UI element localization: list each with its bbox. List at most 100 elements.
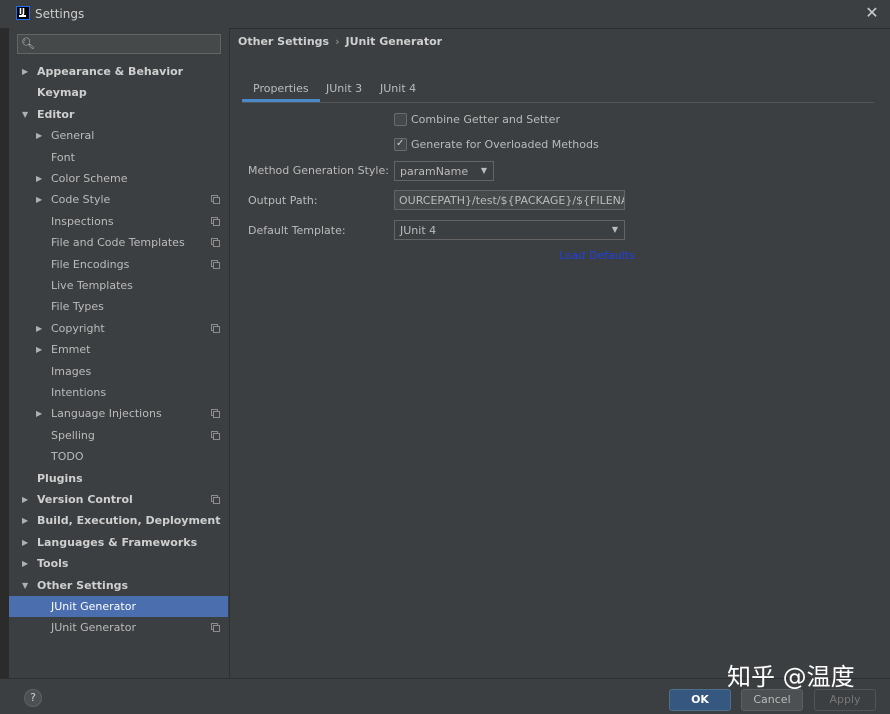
method-generation-style-select[interactable]: paramName ▼ — [394, 161, 494, 181]
default-template-label: Default Template: — [248, 224, 346, 237]
tab-junit3[interactable]: JUnit 3 — [315, 78, 373, 100]
sidebar-item-label: JUnit Generator — [51, 600, 136, 613]
sidebar-item-label: Live Templates — [51, 279, 133, 292]
sidebar-item-keymap[interactable]: Keymap — [9, 82, 228, 103]
collapsed-arrow-icon[interactable]: ▶ — [22, 489, 28, 510]
sidebar-item-label: Version Control — [37, 493, 133, 506]
copy-icon — [211, 259, 220, 269]
sidebar-item-label: Editor — [37, 107, 75, 121]
tab-properties[interactable]: Properties — [242, 78, 320, 102]
collapsed-arrow-icon[interactable]: ▶ — [36, 189, 42, 210]
sidebar-item-color-scheme[interactable]: ▶ Color Scheme — [9, 168, 228, 189]
sidebar-item-label: JUnit Generator — [51, 621, 136, 635]
combine-getter-setter-label: Combine Getter and Setter — [411, 113, 560, 126]
ok-button[interactable]: OK — [669, 689, 731, 711]
output-path-field[interactable]: OURCEPATH}/test/${PACKAGE}/${FILENAME} — [394, 190, 625, 210]
watermark: 知乎 @温度 — [727, 663, 855, 691]
load-defaults-link[interactable]: Load Defaults — [559, 249, 635, 262]
sidebar-item-tools[interactable]: ▶ Tools — [9, 553, 228, 574]
sidebar-item-plugins[interactable]: Plugins — [9, 468, 228, 489]
sidebar-item-language-injections[interactable]: ▶ Language Injections — [9, 403, 228, 424]
apply-button[interactable]: Apply — [814, 689, 876, 711]
sidebar-item-copyright[interactable]: ▶ Copyright — [9, 318, 228, 339]
sidebar-item-other-settings[interactable]: ▼ Other Settings — [9, 575, 228, 596]
sidebar-item-file-types[interactable]: File Types — [9, 296, 228, 317]
combine-getter-setter-checkbox[interactable] — [394, 113, 407, 126]
settings-sidebar: 🔍︎ ▶ Appearance & Behavior Keymap ▼ Editor ▶ G… — [9, 28, 230, 678]
breadcrumb-parent[interactable]: Other Settings — [238, 35, 329, 48]
sidebar-item-label: Emmet — [51, 343, 91, 357]
sidebar-item-junit-generator[interactable]: JUnit Generator — [9, 596, 228, 617]
sidebar-item-label: File Types — [51, 300, 104, 314]
tab-bar: Properties JUnit 3 JUnit 4 — [242, 78, 874, 103]
sidebar-item-appearance-behavior[interactable]: ▶ Appearance & Behavior — [9, 61, 228, 82]
sidebar-item-label: Appearance & Behavior — [37, 65, 184, 78]
collapsed-arrow-icon[interactable]: ▶ — [36, 318, 42, 339]
sidebar-item-emmet[interactable]: ▶ Emmet — [9, 339, 228, 360]
output-path-value: OURCEPATH}/test/${PACKAGE}/${FILENAME} — [399, 194, 624, 207]
breadcrumb-current: JUnit Generator — [345, 35, 443, 48]
copy-icon — [211, 623, 220, 633]
sidebar-item-junit-generator[interactable]: JUnit Generator — [9, 617, 228, 638]
collapsed-arrow-icon[interactable]: ▶ — [36, 403, 42, 424]
search-box[interactable]: 🔍︎ — [17, 34, 222, 54]
copy-icon — [211, 238, 220, 248]
sidebar-item-label: Other Settings — [37, 578, 129, 592]
intellij-app-icon: IJ — [16, 6, 30, 20]
sidebar-item-label: Spelling — [51, 428, 95, 442]
sidebar-item-file-encodings[interactable]: File Encodings — [9, 254, 228, 275]
cancel-button[interactable]: Cancel — [741, 689, 803, 711]
sidebar-item-live-templates[interactable]: Live Templates — [9, 275, 228, 296]
window-title: Settings — [35, 7, 85, 21]
sidebar-item-label: Tools — [37, 557, 69, 571]
sidebar-item-images[interactable]: Images — [9, 361, 228, 382]
sidebar-item-label: Keymap — [37, 86, 87, 100]
chevron-down-icon: ▼ — [480, 166, 487, 175]
sidebar-item-label: Code Style — [51, 193, 111, 207]
search-input[interactable] — [38, 36, 222, 54]
sidebar-item-label: TODO — [51, 450, 84, 464]
collapsed-arrow-icon[interactable]: ▶ — [22, 532, 28, 553]
collapsed-arrow-icon[interactable]: ▶ — [36, 125, 42, 146]
collapsed-arrow-icon[interactable]: ▶ — [22, 553, 28, 574]
expanded-arrow-icon[interactable]: ▼ — [22, 104, 28, 125]
sidebar-item-label: Build, Execution, Deployment — [37, 514, 221, 528]
sidebar-item-font[interactable]: Font — [9, 147, 228, 168]
collapsed-arrow-icon[interactable]: ▶ — [22, 61, 28, 82]
sidebar-item-label: Inspections — [51, 214, 114, 228]
output-path-label: Output Path: — [248, 194, 318, 207]
copy-icon — [211, 323, 220, 333]
collapsed-arrow-icon[interactable]: ▶ — [22, 510, 28, 531]
sidebar-item-spelling[interactable]: Spelling — [9, 425, 228, 446]
generate-overloaded-checkbox[interactable] — [394, 136, 407, 152]
copy-icon — [211, 216, 220, 226]
sidebar-item-general[interactable]: ▶ General — [9, 125, 228, 146]
title-bar: IJ Settings ✕ — [0, 0, 890, 29]
sidebar-item-code-style[interactable]: ▶ Code Style — [9, 189, 228, 210]
copy-icon — [211, 495, 220, 504]
sidebar-item-todo[interactable]: TODO — [9, 446, 228, 467]
sidebar-item-file-and-code-templates[interactable]: File and Code Templates — [9, 232, 228, 253]
help-icon[interactable]: ? — [24, 689, 42, 707]
sidebar-item-label: Intentions — [51, 386, 107, 399]
generate-overloaded-label: Generate for Overloaded Methods — [411, 138, 599, 151]
collapsed-arrow-icon[interactable]: ▶ — [36, 339, 42, 360]
sidebar-item-label: Color Scheme — [51, 172, 128, 185]
sidebar-item-build-execution-deployment[interactable]: ▶ Build, Execution, Deployment — [9, 510, 228, 531]
settings-window: IJ Settings ✕ 🔍︎ ▶ Appearance & Behavior K… — [0, 0, 890, 714]
sidebar-item-label: Language Injections — [51, 407, 162, 421]
collapsed-arrow-icon[interactable]: ▶ — [36, 168, 42, 189]
sidebar-item-version-control[interactable]: ▶ Version Control — [9, 489, 228, 510]
sidebar-item-label: Copyright — [51, 321, 105, 335]
close-icon[interactable]: ✕ — [862, 3, 882, 23]
sidebar-item-languages-frameworks[interactable]: ▶ Languages & Frameworks — [9, 532, 228, 553]
sidebar-item-label: Font — [51, 150, 75, 164]
sidebar-item-editor[interactable]: ▼ Editor — [9, 104, 228, 125]
sidebar-item-intentions[interactable]: Intentions — [9, 382, 228, 403]
sidebar-item-inspections[interactable]: Inspections — [9, 211, 228, 232]
tab-junit4[interactable]: JUnit 4 — [369, 78, 427, 100]
chevron-down-icon: ▼ — [611, 225, 618, 234]
default-template-select[interactable]: JUnit 4 ▼ — [394, 220, 625, 240]
expanded-arrow-icon[interactable]: ▼ — [22, 575, 28, 596]
sidebar-item-label: File Encodings — [51, 257, 130, 271]
